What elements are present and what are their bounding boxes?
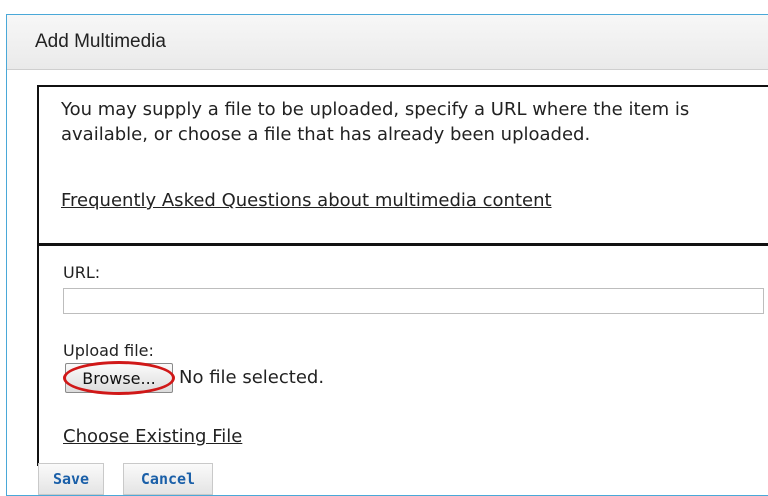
info-text: You may supply a file to be uploaded, sp… [61, 99, 690, 145]
faq-link[interactable]: Frequently Asked Questions about multime… [61, 190, 552, 211]
form-panel: URL: Upload file: Browse... No file sele… [37, 241, 768, 466]
url-input[interactable] [63, 288, 764, 314]
dialog-titlebar: Add Multimedia [7, 15, 768, 70]
info-panel: You may supply a file to be uploaded, sp… [37, 85, 768, 246]
cancel-button[interactable]: Cancel [123, 463, 213, 495]
dialog-title: Add Multimedia [35, 31, 166, 52]
url-label: URL: [63, 263, 101, 282]
choose-existing-file-link[interactable]: Choose Existing File [63, 426, 242, 447]
add-multimedia-dialog: Add Multimedia You may supply a file to … [6, 14, 768, 496]
save-button[interactable]: Save [38, 463, 104, 495]
upload-file-label: Upload file: [63, 341, 154, 360]
no-file-selected-text: No file selected. [179, 367, 325, 388]
browse-button[interactable]: Browse... [65, 363, 173, 393]
